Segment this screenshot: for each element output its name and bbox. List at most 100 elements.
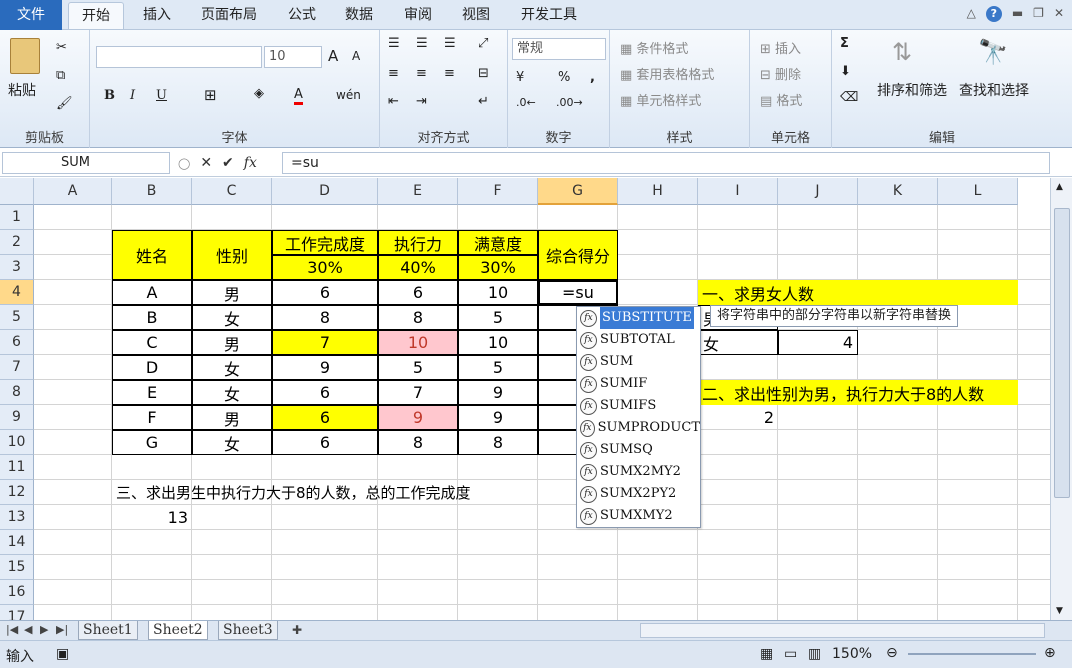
cell-exec[interactable]: 8 bbox=[378, 430, 458, 455]
orientation-icon[interactable]: ⤢ bbox=[478, 36, 488, 51]
row-header-3[interactable]: 3 bbox=[0, 255, 34, 280]
row-header-8[interactable]: 8 bbox=[0, 380, 34, 405]
macro-record-icon[interactable]: ▣ bbox=[56, 646, 69, 662]
cancel-icon[interactable]: ✕ bbox=[200, 155, 212, 171]
q3-answer[interactable]: 13 bbox=[112, 505, 192, 530]
column-header-K[interactable]: K bbox=[858, 178, 938, 205]
cell-exec[interactable]: 9 bbox=[378, 405, 458, 430]
cell-exec[interactable]: 7 bbox=[378, 380, 458, 405]
autocomplete-item[interactable]: fx SUBSTITUTE bbox=[577, 307, 700, 329]
paste-button[interactable]: 粘贴 bbox=[8, 80, 36, 100]
vertical-scrollbar[interactable]: ▲ ▼ bbox=[1050, 178, 1072, 620]
enter-icon[interactable]: ✔ bbox=[222, 155, 234, 171]
header-total[interactable]: 综合得分 bbox=[538, 230, 618, 280]
cell-sat[interactable]: 5 bbox=[458, 305, 538, 330]
last-sheet-icon[interactable]: ▶| bbox=[56, 623, 68, 636]
cell-exec[interactable]: 6 bbox=[378, 280, 458, 305]
cell-styles-button[interactable]: ▦ 单元格样式 bbox=[620, 90, 701, 109]
align-middle-icon[interactable]: ☰ bbox=[416, 36, 428, 51]
weight-work[interactable]: 30% bbox=[272, 255, 378, 280]
cell-sat[interactable]: 10 bbox=[458, 280, 538, 305]
note-q3[interactable]: 三、求出男生中执行力大于8的人数，总的工作完成度 bbox=[112, 480, 618, 505]
format-cells-button[interactable]: ▤ 格式 bbox=[760, 90, 802, 109]
cell-exec[interactable]: 8 bbox=[378, 305, 458, 330]
minimize-ribbon-icon[interactable]: △ bbox=[967, 6, 976, 22]
copy-icon[interactable]: ⧉ bbox=[56, 68, 65, 83]
cell-sex[interactable]: 男 bbox=[192, 280, 272, 305]
page-break-view-icon[interactable]: ▥ bbox=[808, 646, 821, 662]
row-header-2[interactable]: 2 bbox=[0, 230, 34, 255]
normal-view-icon[interactable]: ▦ bbox=[760, 646, 773, 662]
cell-sex[interactable]: 女 bbox=[192, 380, 272, 405]
autocomplete-item[interactable]: fx SUMX2PY2 bbox=[577, 483, 700, 505]
row-header-6[interactable]: 6 bbox=[0, 330, 34, 355]
new-sheet-icon[interactable]: ✚ bbox=[292, 623, 302, 637]
horizontal-scrollbar[interactable] bbox=[640, 623, 1045, 638]
cell-name[interactable]: A bbox=[112, 280, 192, 305]
cell-name[interactable]: E bbox=[112, 380, 192, 405]
cell-sex[interactable]: 男 bbox=[192, 405, 272, 430]
expand-handle-icon[interactable]: ◯ bbox=[178, 157, 190, 170]
row-header-16[interactable]: 16 bbox=[0, 580, 34, 605]
cell-sat[interactable]: 9 bbox=[458, 380, 538, 405]
font-shrink-icon[interactable]: A bbox=[352, 49, 360, 63]
column-header-C[interactable]: C bbox=[192, 178, 272, 205]
tab-page-layout[interactable]: 页面布局 bbox=[192, 2, 266, 29]
border-icon[interactable]: ⊞ bbox=[204, 86, 217, 104]
column-header-J[interactable]: J bbox=[778, 178, 858, 205]
column-header-G[interactable]: G bbox=[538, 178, 618, 205]
column-header-F[interactable]: F bbox=[458, 178, 538, 205]
note-q2[interactable]: 二、求出性别为男，执行力大于8的人数 bbox=[698, 380, 1018, 405]
restore-icon[interactable]: ❐ bbox=[1033, 6, 1044, 22]
tab-developer[interactable]: 开发工具 bbox=[512, 2, 586, 29]
phonetic-button[interactable]: wén bbox=[336, 88, 361, 102]
zoom-in-icon[interactable]: ⊕ bbox=[1044, 645, 1056, 661]
row-header-11[interactable]: 11 bbox=[0, 455, 34, 480]
row-header-15[interactable]: 15 bbox=[0, 555, 34, 580]
cell-sat[interactable]: 5 bbox=[458, 355, 538, 380]
cell-work[interactable]: 7 bbox=[272, 330, 378, 355]
scroll-down-icon[interactable]: ▼ bbox=[1056, 606, 1063, 616]
cell-name[interactable]: C bbox=[112, 330, 192, 355]
cell-sat[interactable]: 10 bbox=[458, 330, 538, 355]
bold-button[interactable]: B bbox=[104, 88, 115, 103]
delete-cells-button[interactable]: ⊟ 删除 bbox=[760, 64, 801, 83]
header-sex[interactable]: 性别 bbox=[192, 230, 272, 280]
insert-function-icon[interactable]: fx bbox=[244, 155, 257, 171]
percent-button[interactable]: % bbox=[558, 70, 570, 85]
zoom-level[interactable]: 150% bbox=[832, 646, 872, 662]
formula-input[interactable]: =su bbox=[282, 152, 1050, 174]
sheet-tab-3[interactable]: Sheet3 bbox=[218, 621, 278, 640]
font-name-field[interactable] bbox=[96, 46, 262, 68]
prev-sheet-icon[interactable]: ◀ bbox=[24, 623, 32, 636]
weight-sat[interactable]: 30% bbox=[458, 255, 538, 280]
autosum-button[interactable]: Σ bbox=[840, 36, 849, 51]
tab-review[interactable]: 审阅 bbox=[396, 2, 440, 29]
help-icon[interactable]: ? bbox=[985, 6, 1002, 22]
autocomplete-item[interactable]: fx SUMX2MY2 bbox=[577, 461, 700, 483]
vertical-scroll-thumb[interactable] bbox=[1054, 208, 1070, 498]
row-header-13[interactable]: 13 bbox=[0, 505, 34, 530]
format-as-table-button[interactable]: ▦ 套用表格格式 bbox=[620, 64, 714, 83]
row-header-17[interactable]: 17 bbox=[0, 605, 34, 620]
cut-icon[interactable]: ✂ bbox=[56, 40, 67, 55]
autocomplete-item[interactable]: fx SUMIFS bbox=[577, 395, 700, 417]
zoom-slider[interactable] bbox=[908, 653, 1036, 655]
active-cell-editor[interactable]: =su bbox=[538, 280, 618, 305]
cell-exec[interactable]: 10 bbox=[378, 330, 458, 355]
autocomplete-item[interactable]: fx SUBTOTAL bbox=[577, 329, 700, 351]
find-select-button[interactable]: 查找和选择 bbox=[952, 80, 1036, 100]
cell-work[interactable]: 9 bbox=[272, 355, 378, 380]
autocomplete-item[interactable]: fx SUMSQ bbox=[577, 439, 700, 461]
cell-sex[interactable]: 男 bbox=[192, 330, 272, 355]
align-left-icon[interactable]: ≡ bbox=[388, 66, 399, 81]
autocomplete-item[interactable]: fx SUMPRODUCT bbox=[577, 417, 700, 439]
cell-work[interactable]: 6 bbox=[272, 380, 378, 405]
q1-female-count[interactable]: 4 bbox=[778, 330, 858, 355]
conditional-format-button[interactable]: ▦ 条件格式 bbox=[620, 38, 688, 57]
q1-female-label[interactable]: 女 bbox=[698, 330, 778, 355]
cell-work[interactable]: 6 bbox=[272, 280, 378, 305]
q2-answer[interactable]: 2 bbox=[698, 405, 778, 430]
autocomplete-item[interactable]: fx SUMXMY2 bbox=[577, 505, 700, 527]
header-work[interactable]: 工作完成度 bbox=[272, 230, 378, 255]
